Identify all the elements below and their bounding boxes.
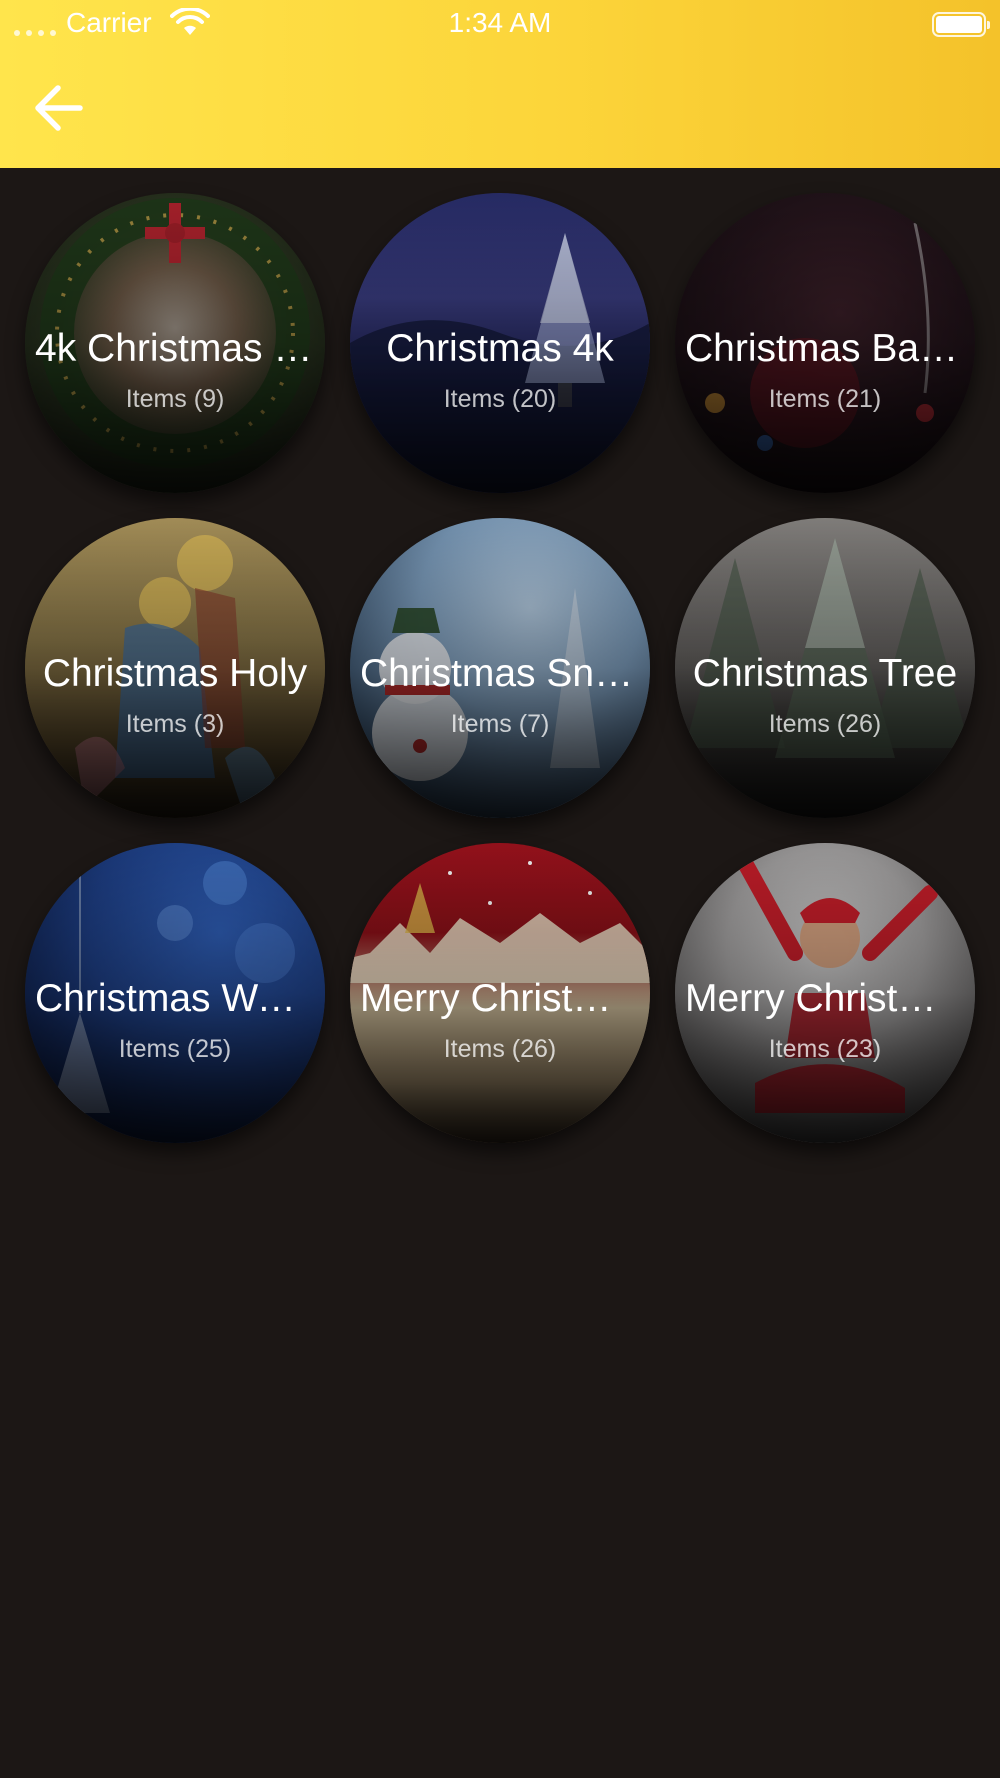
category-count: Items (26) bbox=[768, 710, 882, 738]
category-card[interactable]: Christmas Backgrounds Items (21) bbox=[663, 168, 988, 493]
category-title: Christmas Holy bbox=[42, 652, 308, 695]
category-count: Items (26) bbox=[443, 1035, 557, 1063]
category-title: Christmas Tree bbox=[692, 652, 958, 695]
category-image: 4k Christmas Wallpapers Items (9) bbox=[25, 193, 325, 493]
category-card[interactable]: Christmas Holy Items (3) bbox=[13, 493, 338, 818]
category-image: Christmas Snowman Items (7) bbox=[350, 518, 650, 818]
category-count: Items (3) bbox=[125, 710, 225, 738]
category-image: Merry Christmas Items (23) bbox=[675, 843, 975, 1143]
category-title: Christmas Wallpapers bbox=[35, 977, 315, 1020]
category-card[interactable]: Merry Christmas Items (23) bbox=[663, 818, 988, 1143]
category-card[interactable]: Christmas Wallpapers Items (25) bbox=[13, 818, 338, 1143]
category-title: Christmas 4k bbox=[386, 327, 614, 370]
back-button[interactable] bbox=[28, 80, 92, 136]
status-bar: Carrier 1:34 AM bbox=[0, 0, 1000, 46]
category-image: Christmas Backgrounds Items (21) bbox=[675, 193, 975, 493]
arrow-left-icon bbox=[35, 85, 83, 131]
category-count: Items (7) bbox=[450, 710, 550, 738]
category-image: Merry Christmas Items (26) bbox=[350, 843, 650, 1143]
category-image: Christmas 4k Items (20) bbox=[350, 193, 650, 493]
category-card[interactable]: 4k Christmas Wallpapers Items (9) bbox=[13, 168, 338, 493]
category-count: Items (9) bbox=[125, 385, 225, 413]
category-count: Items (23) bbox=[768, 1035, 882, 1063]
category-count: Items (20) bbox=[443, 385, 557, 413]
category-card[interactable]: Merry Christmas Items (26) bbox=[338, 818, 663, 1143]
category-count: Items (21) bbox=[768, 385, 882, 413]
category-image: Christmas Wallpapers Items (25) bbox=[25, 843, 325, 1143]
category-title: Christmas Backgrounds bbox=[685, 327, 965, 370]
battery-icon bbox=[932, 12, 990, 37]
category-title: Christmas Snowman bbox=[360, 652, 640, 695]
category-title: 4k Christmas Wallpapers bbox=[35, 327, 315, 370]
category-count: Items (25) bbox=[118, 1035, 232, 1063]
category-card[interactable]: Christmas 4k Items (20) bbox=[338, 168, 663, 493]
category-image: Christmas Holy Items (3) bbox=[25, 518, 325, 818]
category-card[interactable]: Christmas Snowman Items (7) bbox=[338, 493, 663, 818]
category-title: Merry Christmas bbox=[360, 977, 640, 1020]
app-header: Carrier 1:34 AM bbox=[0, 0, 1000, 168]
category-title: Merry Christmas bbox=[685, 977, 965, 1020]
status-time: 1:34 AM bbox=[448, 7, 552, 38]
category-card[interactable]: Christmas Tree Items (26) bbox=[663, 493, 988, 818]
category-image: Christmas Tree Items (26) bbox=[675, 518, 975, 818]
